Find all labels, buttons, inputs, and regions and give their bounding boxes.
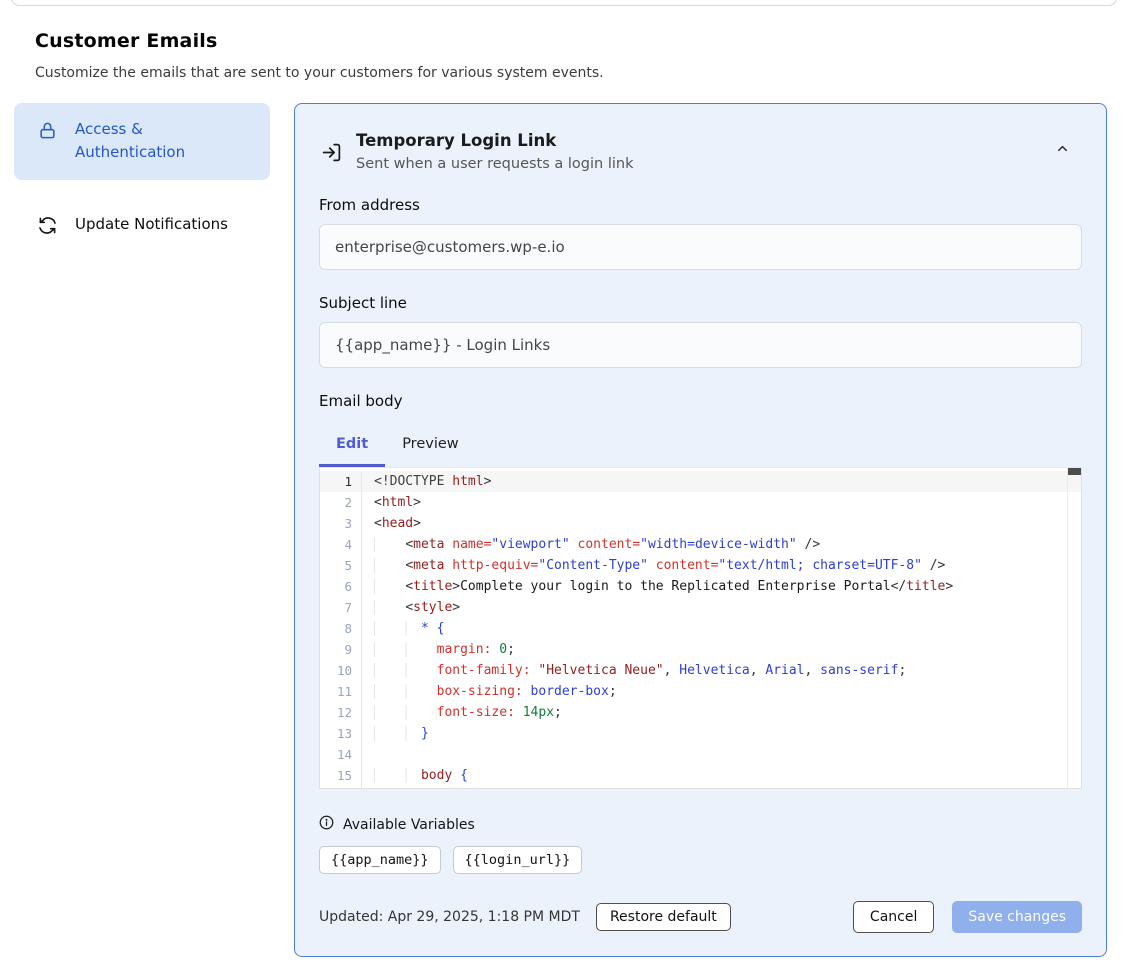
code-line-8[interactable]: 8 * { (320, 618, 1081, 639)
variable-chip[interactable]: {{login_url}} (453, 846, 583, 874)
login-icon (321, 142, 342, 167)
code-line-content: body { (362, 765, 1081, 786)
line-number: 5 (320, 555, 362, 576)
code-line-content: background-color: #f8f8f8; (362, 786, 1081, 789)
code-line-content: <meta http-equiv="Content-Type" content=… (362, 555, 1081, 576)
line-number: 6 (320, 576, 362, 597)
code-line-content: font-size: 14px; (362, 702, 1081, 723)
code-line-content: <meta name="viewport" content="width=dev… (362, 534, 1081, 555)
variable-chips: {{app_name}} {{login_url}} (319, 846, 1082, 874)
line-number: 4 (320, 534, 362, 555)
code-line-7[interactable]: 7 <style> (320, 597, 1081, 618)
page-title: Customer Emails (35, 30, 1128, 52)
content-layout: Access & Authentication Update Notificati… (0, 103, 1128, 957)
sidebar-item-update-notifications[interactable]: Update Notifications (14, 198, 270, 257)
code-line-content: <title>Complete your login to the Replic… (362, 576, 1081, 597)
available-variables-header: Available Variables (319, 815, 1082, 834)
subject-line-input[interactable] (319, 322, 1082, 368)
sidebar-item-access-authentication[interactable]: Access & Authentication (14, 103, 270, 180)
code-line-3[interactable]: 3<head> (320, 513, 1081, 534)
code-line-content: } (362, 723, 1081, 744)
sidebar: Access & Authentication Update Notificati… (14, 103, 270, 257)
code-line-1[interactable]: 1<!DOCTYPE html> (320, 471, 1081, 492)
refresh-icon (38, 216, 57, 242)
code-line-13[interactable]: 13 } (320, 723, 1081, 744)
line-number: 7 (320, 597, 362, 618)
code-line-2[interactable]: 2<html> (320, 492, 1081, 513)
updated-timestamp: Updated: Apr 29, 2025, 1:18 PM MDT (319, 909, 580, 925)
variable-chip[interactable]: {{app_name}} (319, 846, 441, 874)
line-number: 12 (320, 702, 362, 723)
subject-line-label: Subject line (319, 294, 1082, 312)
previous-card-bottom-edge (10, 0, 1118, 6)
code-line-content: * { (362, 618, 1081, 639)
card-subtitle: Sent when a user requests a login link (356, 156, 1055, 172)
code-line-12[interactable]: 12 font-size: 14px; (320, 702, 1081, 723)
code-line-15[interactable]: 15 body { (320, 765, 1081, 786)
code-line-9[interactable]: 9 margin: 0; (320, 639, 1081, 660)
line-number: 2 (320, 492, 362, 513)
code-line-content: <style> (362, 597, 1081, 618)
code-line-16[interactable]: 16 background-color: #f8f8f8; (320, 786, 1081, 789)
collapse-section-button[interactable] (1055, 141, 1070, 159)
code-line-content: <html> (362, 492, 1081, 513)
line-number: 11 (320, 681, 362, 702)
line-number: 15 (320, 765, 362, 786)
line-number: 3 (320, 513, 362, 534)
code-line-content: font-family: "Helvetica Neue", Helvetica… (362, 660, 1081, 681)
restore-default-button[interactable]: Restore default (596, 903, 731, 931)
code-editor[interactable]: 1<!DOCTYPE html>2<html>3<head>4 <meta na… (319, 467, 1082, 789)
line-number: 13 (320, 723, 362, 744)
email-body-label: Email body (319, 392, 1082, 410)
code-line-content: box-sizing: border-box; (362, 681, 1081, 702)
line-number: 16 (320, 786, 362, 789)
page-subtitle: Customize the emails that are sent to yo… (35, 65, 1128, 81)
sidebar-item-label: Access & Authentication (75, 118, 256, 165)
card-footer: Updated: Apr 29, 2025, 1:18 PM MDT Resto… (319, 901, 1082, 933)
from-address-label: From address (319, 196, 1082, 214)
line-number: 8 (320, 618, 362, 639)
code-line-11[interactable]: 11 box-sizing: border-box; (320, 681, 1081, 702)
code-line-10[interactable]: 10 font-family: "Helvetica Neue", Helvet… (320, 660, 1081, 681)
code-line-content: <!DOCTYPE html> (362, 471, 1081, 492)
footer-actions: Cancel Save changes (853, 901, 1082, 933)
code-line-14[interactable]: 14 (320, 744, 1081, 765)
line-number: 10 (320, 660, 362, 681)
from-address-input[interactable] (319, 224, 1082, 270)
line-number: 1 (320, 471, 362, 492)
tab-preview[interactable]: Preview (385, 427, 475, 467)
info-icon (319, 815, 334, 834)
lock-icon (38, 121, 57, 147)
line-number: 9 (320, 639, 362, 660)
code-line-content: <head> (362, 513, 1081, 534)
code-line-5[interactable]: 5 <meta http-equiv="Content-Type" conten… (320, 555, 1081, 576)
card-titles: Temporary Login Link Sent when a user re… (356, 131, 1055, 172)
cancel-button[interactable]: Cancel (853, 901, 934, 933)
card-title: Temporary Login Link (356, 131, 1055, 150)
available-variables-label: Available Variables (343, 817, 475, 833)
code-line-content (362, 744, 1081, 765)
sidebar-item-label: Update Notifications (75, 213, 228, 236)
editor-scrollbar-track[interactable] (1067, 468, 1081, 788)
page-header: Customer Emails Customize the emails tha… (0, 0, 1128, 81)
editor-scrollbar-thumb[interactable] (1068, 468, 1081, 475)
code-line-4[interactable]: 4 <meta name="viewport" content="width=d… (320, 534, 1081, 555)
email-settings-card: Temporary Login Link Sent when a user re… (294, 103, 1107, 957)
tab-edit[interactable]: Edit (319, 427, 385, 467)
code-line-6[interactable]: 6 <title>Complete your login to the Repl… (320, 576, 1081, 597)
editor-tabs: EditPreview (319, 427, 1082, 467)
card-header: Temporary Login Link Sent when a user re… (319, 131, 1082, 172)
chevron-up-icon (1055, 144, 1070, 159)
code-line-content: margin: 0; (362, 639, 1081, 660)
line-number: 14 (320, 744, 362, 765)
save-changes-button[interactable]: Save changes (952, 901, 1082, 933)
